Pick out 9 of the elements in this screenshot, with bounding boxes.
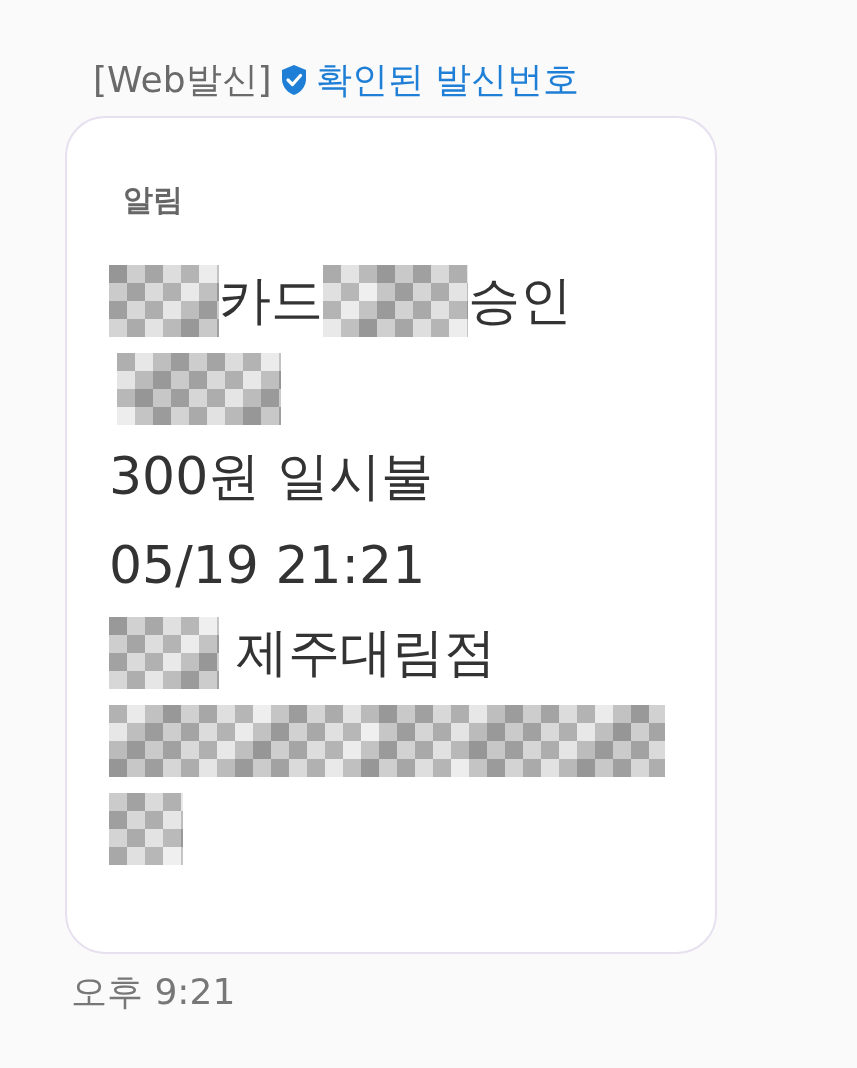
- message-text: 300원 일시불: [109, 445, 433, 508]
- message-text: 승인: [468, 269, 572, 332]
- message-text: 05/19 21:21: [109, 535, 426, 595]
- message-text: 제주대림점: [234, 621, 496, 684]
- message-time: 오후 9:21: [70, 970, 237, 1014]
- message-title: 알림: [122, 181, 184, 219]
- verified-number-label: 확인된 발신번호: [315, 57, 580, 102]
- message-text: 카드: [219, 269, 323, 332]
- sender-tag: [Web발신]: [93, 55, 272, 105]
